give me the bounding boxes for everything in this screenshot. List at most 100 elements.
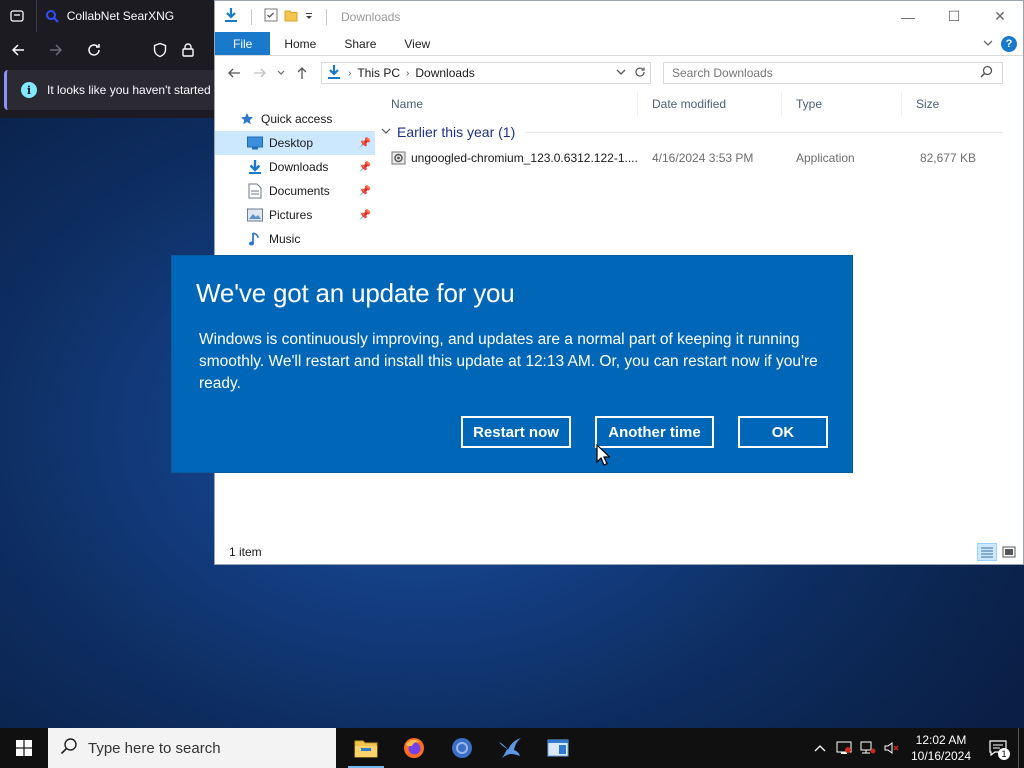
recent-locations-icon[interactable] <box>275 62 287 84</box>
address-row: › This PC › Downloads <box>215 56 1023 90</box>
details-view-icon[interactable] <box>977 543 997 561</box>
breadcrumb-chevron-icon[interactable]: › <box>348 68 351 79</box>
column-size[interactable]: Size <box>902 91 982 117</box>
customize-toolbar-icon[interactable] <box>304 10 314 24</box>
taskbar-apps <box>342 728 582 768</box>
dialog-body: Windows is continuously improving, and u… <box>199 331 818 392</box>
browser-tabstrip: CollabNet SearXNG <box>0 0 214 32</box>
column-date-modified[interactable]: Date modified <box>638 91 782 117</box>
file-row[interactable]: ungoogled-chromium_123.0.6312.122-1.... … <box>377 147 1023 169</box>
nav-item-label: Pictures <box>269 208 313 222</box>
column-type[interactable]: Type <box>782 91 902 117</box>
nav-item-desktop[interactable]: Desktop 📌 <box>215 131 375 155</box>
window-app-icon <box>547 739 569 757</box>
minimize-icon[interactable]: — <box>885 1 931 32</box>
tab-file[interactable]: File <box>215 32 271 55</box>
breadcrumb-chevron-icon[interactable]: › <box>406 68 409 79</box>
tab-share[interactable]: Share <box>330 32 390 55</box>
pin-icon: 📌 <box>358 185 371 197</box>
tab-list-icon[interactable] <box>6 5 28 27</box>
column-headers: Name Date modified Type Size <box>377 91 1023 117</box>
lock-icon[interactable] <box>178 40 198 60</box>
quick-access-toolbar: Downloads <box>223 7 400 26</box>
tab-home[interactable]: Home <box>270 32 330 55</box>
show-hidden-icons-icon[interactable] <box>808 728 832 768</box>
action-center-button[interactable]: 1 <box>978 728 1018 768</box>
file-size: 82,677 KB <box>919 151 976 165</box>
volume-muted-icon[interactable] <box>880 728 904 768</box>
forward-arrow-icon[interactable] <box>249 62 271 84</box>
forward-arrow-icon[interactable] <box>46 40 66 60</box>
notification-text: It looks like you haven't started <box>47 83 211 97</box>
tracking-shield-icon[interactable] <box>150 40 170 60</box>
back-arrow-icon[interactable] <box>8 40 28 60</box>
search-box[interactable] <box>663 62 1003 84</box>
taskbar-firefox[interactable] <box>390 728 438 768</box>
firefox-icon <box>404 738 424 758</box>
mouse-cursor-icon <box>596 444 610 466</box>
taskbar-file-explorer[interactable] <box>342 728 390 768</box>
search-input[interactable] <box>672 66 980 80</box>
tab-view[interactable]: View <box>390 32 444 55</box>
taskbar-chromium[interactable] <box>438 728 486 768</box>
info-icon: i <box>21 82 37 98</box>
downloads-location-icon <box>326 64 342 83</box>
restart-now-button[interactable]: Restart now <box>461 416 571 448</box>
nav-item-pictures[interactable]: Pictures 📌 <box>215 203 375 227</box>
bird-app-icon <box>499 738 521 758</box>
search-icon[interactable] <box>980 65 1002 81</box>
up-arrow-icon[interactable] <box>291 62 313 84</box>
refresh-icon[interactable] <box>634 66 646 81</box>
large-icons-view-icon[interactable] <box>999 543 1019 561</box>
ribbon-tabs: File Home Share View ? <box>215 32 1023 56</box>
close-icon[interactable]: ✕ <box>977 1 1023 32</box>
network-icon[interactable] <box>856 728 880 768</box>
nav-item-music[interactable]: Music <box>215 227 375 251</box>
windows-logo-icon <box>16 740 32 756</box>
nav-item-quick-access[interactable]: Quick access <box>215 107 375 131</box>
pin-icon: 📌 <box>358 137 371 149</box>
collapse-chevron-icon[interactable] <box>381 127 391 138</box>
new-folder-icon[interactable] <box>284 8 298 25</box>
download-folder-icon <box>247 159 263 175</box>
column-name[interactable]: Name <box>377 91 638 117</box>
view-switcher <box>977 543 1023 561</box>
taskbar-window-app[interactable] <box>534 728 582 768</box>
group-label: Earlier this year (1) <box>397 124 516 140</box>
browser-navbar <box>0 32 214 68</box>
search-icon <box>60 737 80 759</box>
reload-icon[interactable] <box>84 40 104 60</box>
status-bar: 1 item <box>215 540 1023 564</box>
nav-item-downloads[interactable]: Downloads 📌 <box>215 155 375 179</box>
show-desktop-button[interactable] <box>1018 728 1024 768</box>
start-button[interactable] <box>0 728 48 768</box>
help-icon[interactable]: ? <box>1001 35 1017 52</box>
address-bar[interactable]: › This PC › Downloads <box>321 62 651 84</box>
maximize-icon[interactable]: ☐ <box>931 1 977 32</box>
taskbar-bird-app[interactable] <box>486 728 534 768</box>
taskbar-search-box[interactable]: Type here to search <box>48 728 336 768</box>
address-dropdown-icon[interactable] <box>616 67 626 80</box>
documents-folder-icon <box>247 183 263 199</box>
breadcrumb-this-pc[interactable]: This PC <box>357 66 400 80</box>
notification-badge: 1 <box>998 748 1010 760</box>
properties-icon[interactable] <box>264 8 278 25</box>
security-alert-icon[interactable] <box>832 728 856 768</box>
breadcrumb-downloads[interactable]: Downloads <box>415 66 474 80</box>
ok-button[interactable]: OK <box>738 416 828 448</box>
back-arrow-icon[interactable] <box>223 62 245 84</box>
clock[interactable]: 12:02 AM 10/16/2024 <box>904 732 978 764</box>
file-explorer-icon <box>354 740 378 758</box>
pin-icon: 📌 <box>358 209 371 221</box>
browser-tab[interactable]: CollabNet SearXNG <box>35 0 214 32</box>
taskbar: Type here to search 12:02 AM 10/16/2024 … <box>0 728 1024 768</box>
nav-item-documents[interactable]: Documents 📌 <box>215 179 375 203</box>
clock-time: 12:02 AM <box>915 733 967 747</box>
nav-item-label: Downloads <box>269 160 329 174</box>
item-count: 1 item <box>229 545 262 559</box>
update-dialog: We've got an update for you Windows is c… <box>172 256 852 472</box>
browser-window: CollabNet SearXNG i It looks like you ha… <box>0 0 214 118</box>
expand-ribbon-icon[interactable] <box>983 37 993 51</box>
group-header[interactable]: Earlier this year (1) <box>377 119 1023 145</box>
another-time-button[interactable]: Another time <box>595 416 714 448</box>
